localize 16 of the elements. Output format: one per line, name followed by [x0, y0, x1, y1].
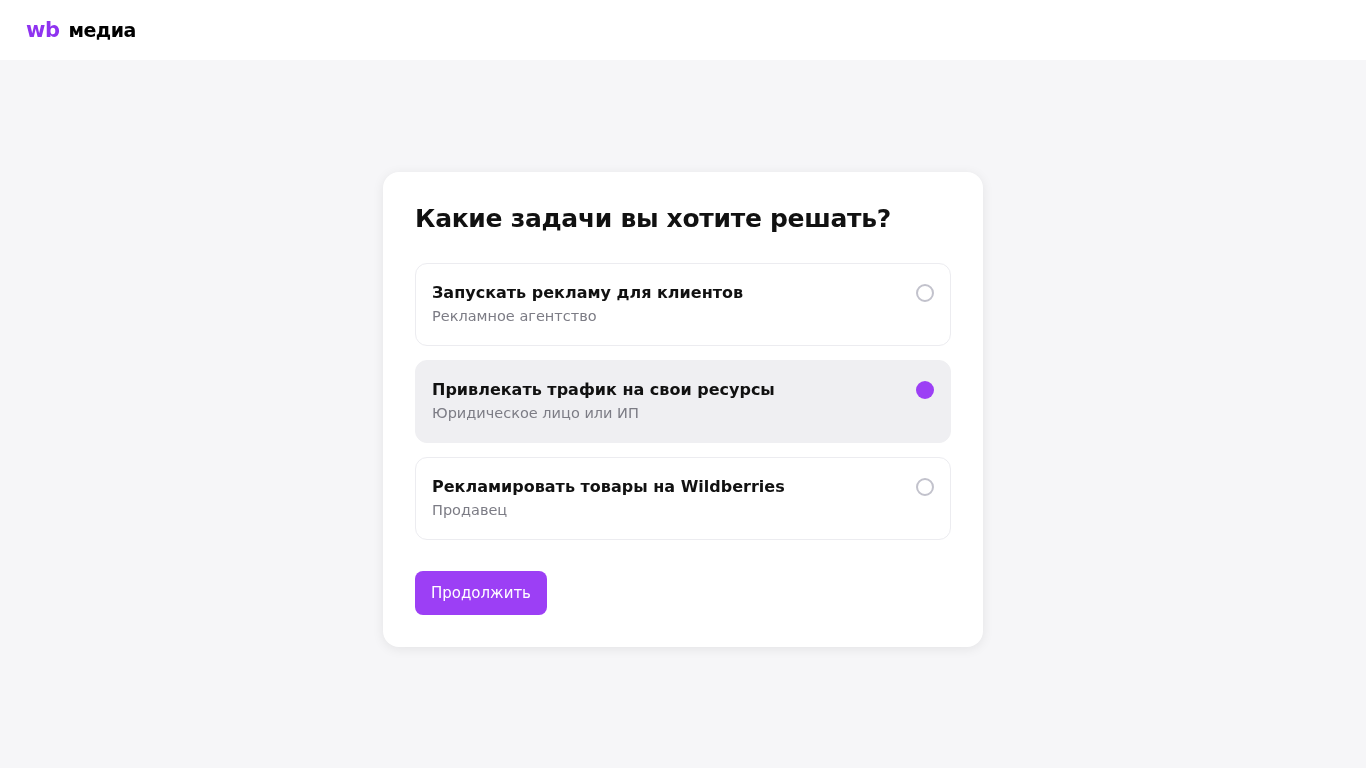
option-title: Привлекать трафик на свои ресурсы	[432, 380, 775, 399]
option-card[interactable]: Привлекать трафик на свои ресурсы Юридическое лицо или ИП	[415, 360, 951, 443]
card-title: Какие задачи вы хотите решать?	[415, 204, 892, 233]
option-subtitle: Рекламное агентство	[432, 308, 598, 324]
radio-button[interactable]	[916, 284, 934, 302]
continue-button[interactable]: Продолжить	[415, 571, 547, 615]
logo-name: медиа	[68, 20, 136, 40]
logo-mark: wb	[26, 19, 60, 41]
radio-button[interactable]	[916, 478, 934, 496]
option-card[interactable]: Запускать рекламу для клиентов Рекламное агентство	[415, 263, 951, 346]
option-card[interactable]: Рекламировать товары на Wildberries Продавец	[415, 457, 951, 540]
radio-button[interactable]	[916, 381, 934, 399]
option-subtitle: Юридическое лицо или ИП	[432, 405, 640, 421]
option-title: Запускать рекламу для клиентов	[432, 283, 744, 302]
option-title: Рекламировать товары на Wildberries	[432, 477, 785, 496]
option-subtitle: Продавец	[432, 502, 509, 518]
